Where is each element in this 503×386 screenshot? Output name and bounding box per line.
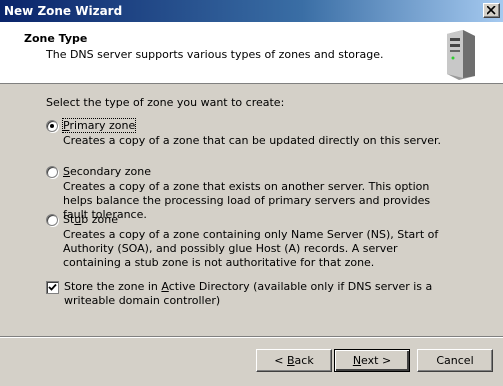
option-stub-zone[interactable]: Stub zone Creates a copy of a zone conta… [46, 213, 441, 270]
secondary-zone-label[interactable]: Secondary zone [63, 165, 151, 178]
store-in-ad-checkbox-row[interactable]: Store the zone in Active Directory (avai… [46, 280, 469, 308]
wizard-content: Select the type of zone you want to crea… [0, 86, 503, 336]
stub-zone-radio[interactable] [46, 213, 58, 226]
wizard-header: Zone Type The DNS server supports variou… [0, 22, 503, 84]
close-button[interactable] [483, 3, 500, 18]
title-bar[interactable]: New Zone Wizard [0, 0, 503, 22]
next-button[interactable]: Next > [334, 349, 410, 372]
page-subtitle: The DNS server supports various types of… [46, 48, 384, 61]
option-primary-zone[interactable]: Primary zone Creates a copy of a zone th… [46, 118, 441, 148]
zone-type-prompt: Select the type of zone you want to crea… [46, 96, 285, 109]
page-title: Zone Type [24, 32, 88, 45]
stub-zone-description: Creates a copy of a zone containing only… [63, 228, 439, 269]
server-icon [447, 30, 475, 80]
primary-zone-radio[interactable] [46, 119, 58, 132]
cancel-button[interactable]: Cancel [417, 349, 493, 372]
store-in-ad-label[interactable]: Store the zone in Active Directory (avai… [64, 280, 469, 308]
button-separator [0, 336, 503, 338]
back-button[interactable]: < Back [256, 349, 332, 372]
window-title: New Zone Wizard [4, 4, 123, 18]
close-icon [487, 6, 496, 15]
stub-zone-label[interactable]: Stub zone [63, 213, 118, 226]
primary-zone-description: Creates a copy of a zone that can be upd… [63, 134, 442, 147]
store-in-ad-checkbox[interactable] [46, 281, 59, 294]
secondary-zone-radio[interactable] [46, 165, 58, 178]
new-zone-wizard-window: New Zone Wizard Zone Type The DNS server… [0, 0, 503, 386]
primary-zone-label[interactable]: Primary zone [61, 118, 137, 133]
checkmark-icon [48, 283, 57, 291]
